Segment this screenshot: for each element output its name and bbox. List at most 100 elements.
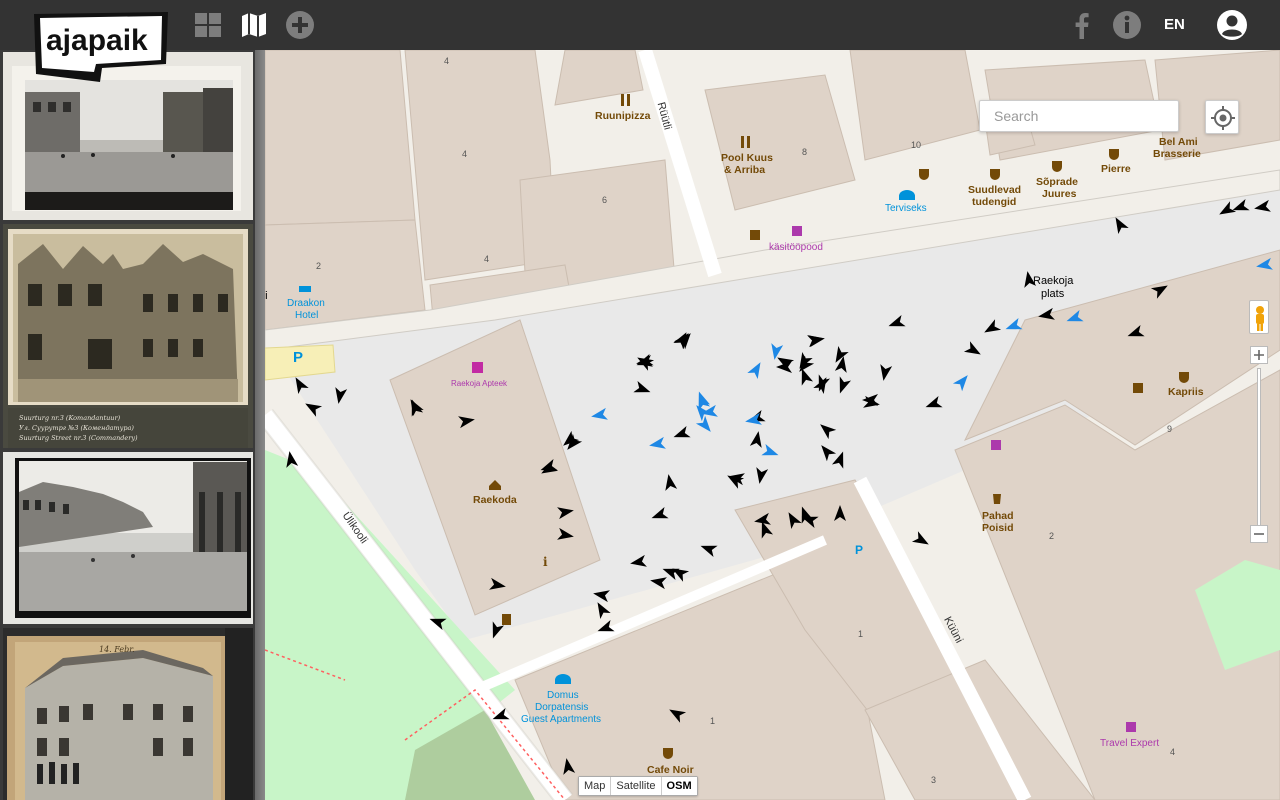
photo-marker[interactable]: [796, 366, 814, 386]
photo-marker[interactable]: [302, 398, 323, 417]
crosshair-icon: [1211, 106, 1235, 130]
photo-marker[interactable]: [1253, 199, 1271, 215]
ajapaik-logo[interactable]: ajapaik: [34, 12, 168, 82]
photo-marker[interactable]: [671, 425, 691, 443]
map-view[interactable]: Ruunipizza Pool Kuus & Arriba Suudlevad …: [265, 50, 1280, 800]
zoom-in-button[interactable]: [1250, 346, 1268, 364]
sidebar-scroll-strip[interactable]: [255, 50, 265, 800]
photo-marker[interactable]: [1022, 270, 1037, 288]
map-type-osm-button[interactable]: OSM: [661, 777, 697, 795]
photo-marker[interactable]: [1037, 307, 1055, 323]
photo-marker[interactable]: [1150, 280, 1171, 299]
guest-house-icon: [555, 674, 571, 684]
photo-marker[interactable]: [952, 371, 972, 392]
photo-marker[interactable]: [830, 345, 849, 366]
photo-marker[interactable]: [490, 707, 510, 725]
locate-me-button[interactable]: [1205, 100, 1239, 134]
photo-marker[interactable]: [1003, 317, 1023, 335]
photo-marker[interactable]: [817, 441, 837, 462]
photo-marker[interactable]: [557, 505, 575, 520]
photo-marker[interactable]: [695, 415, 715, 436]
photo-marker[interactable]: [427, 613, 447, 631]
photo-marker[interactable]: [831, 449, 849, 469]
photo-marker[interactable]: [290, 374, 309, 395]
street-view-pegman[interactable]: [1249, 300, 1269, 334]
photo-marker[interactable]: [749, 430, 765, 448]
photo-marker[interactable]: [592, 599, 611, 620]
facebook-icon[interactable]: [1066, 9, 1098, 41]
photo-marker[interactable]: [458, 414, 476, 429]
photo-marker[interactable]: [813, 374, 831, 395]
photo-marker[interactable]: [1230, 198, 1250, 216]
photo-thumbnail-3[interactable]: [3, 452, 253, 624]
photo-marker[interactable]: [634, 353, 654, 371]
photo-marker[interactable]: [1255, 257, 1273, 273]
photo-marker[interactable]: [886, 314, 906, 332]
photo-marker[interactable]: [834, 505, 846, 521]
map-type-satellite-button[interactable]: Satellite: [611, 777, 662, 795]
minus-icon: [1254, 533, 1264, 535]
map-icon[interactable]: [238, 9, 270, 41]
photo-marker[interactable]: [747, 359, 765, 380]
cafe-icon: [1052, 161, 1062, 172]
hotel-icon: [299, 286, 311, 292]
photo-marker[interactable]: [489, 577, 507, 593]
photo-marker[interactable]: [923, 395, 943, 413]
map-search-input[interactable]: [979, 100, 1179, 132]
photo-marker[interactable]: [963, 341, 984, 359]
photo-marker[interactable]: [761, 443, 780, 461]
grid-icon[interactable]: [192, 9, 224, 41]
photo-marker[interactable]: [816, 420, 837, 440]
gift-shop-icon: [991, 440, 1001, 450]
info-icon[interactable]: [1111, 9, 1143, 41]
restaurant-icon: [747, 136, 750, 148]
photo-marker[interactable]: [666, 704, 687, 723]
photo-marker[interactable]: [1064, 309, 1084, 327]
photo-marker[interactable]: [673, 329, 693, 350]
photo-marker[interactable]: [754, 467, 769, 485]
photo-marker[interactable]: [698, 540, 718, 558]
photo-marker[interactable]: [592, 588, 610, 603]
photo-marker[interactable]: [724, 470, 745, 489]
photo-marker[interactable]: [878, 364, 893, 382]
photo-marker[interactable]: [663, 473, 678, 491]
user-icon[interactable]: [1216, 9, 1248, 41]
photo-marker[interactable]: [783, 509, 802, 530]
photo-marker[interactable]: [1216, 201, 1237, 219]
photo-marker[interactable]: [633, 380, 652, 398]
photo-marker[interactable]: [1110, 214, 1129, 235]
photo-marker[interactable]: [333, 387, 348, 405]
photo-marker[interactable]: [693, 391, 711, 411]
museum-icon: [502, 614, 511, 625]
pegman-icon: [1256, 306, 1264, 331]
photo-thumbnail-4[interactable]: 14. Febr.: [3, 628, 253, 800]
photo-marker[interactable]: [590, 407, 608, 423]
photo-marker[interactable]: [405, 396, 424, 417]
photo-marker[interactable]: [648, 436, 666, 452]
photo-marker[interactable]: [595, 619, 615, 637]
photo-marker[interactable]: [284, 450, 299, 468]
app-window: EN ajapaik Suurturg nr.3 (Komandantuur) …: [0, 0, 1280, 800]
photo-marker[interactable]: [981, 319, 1002, 337]
plus-circle-icon[interactable]: [284, 9, 316, 41]
photo-marker[interactable]: [1125, 324, 1145, 342]
photo-direction-markers-highlighted: [590, 257, 1273, 461]
map-type-map-button[interactable]: Map: [579, 777, 612, 795]
zoom-slider[interactable]: [1257, 368, 1261, 528]
photo-marker[interactable]: [629, 554, 647, 570]
language-selector[interactable]: EN: [1164, 16, 1185, 33]
travel-agency-icon: [1126, 722, 1136, 732]
photo-marker[interactable]: [557, 527, 575, 543]
photo-thumbnail-2[interactable]: Suurturg nr.3 (Komandantuur) Ул. Суурутр…: [3, 224, 253, 448]
photo-marker[interactable]: [911, 531, 932, 549]
photo-marker[interactable]: [834, 376, 852, 395]
restaurant-icon: [621, 94, 624, 106]
zoom-out-button[interactable]: [1250, 525, 1268, 543]
restaurant-icon: [741, 136, 744, 148]
photo-marker[interactable]: [561, 757, 576, 775]
photo-marker[interactable]: [538, 460, 559, 478]
photo-marker[interactable]: [649, 575, 667, 590]
photo-marker[interactable]: [649, 506, 669, 524]
photo-marker[interactable]: [487, 621, 505, 640]
cafe-icon: [1109, 149, 1119, 160]
